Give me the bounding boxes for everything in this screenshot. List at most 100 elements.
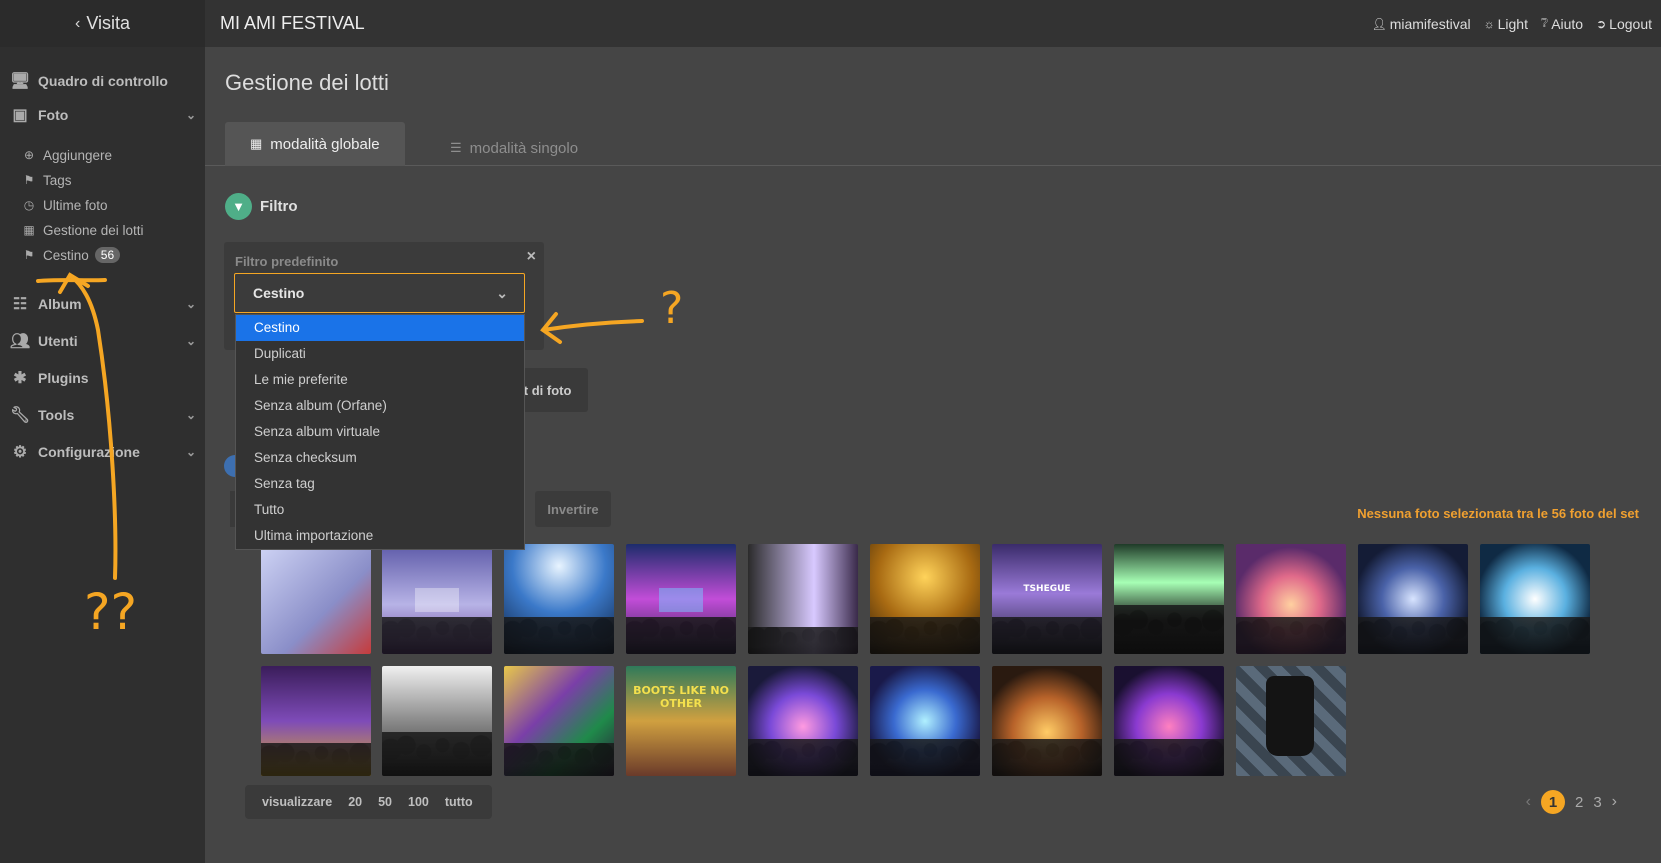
chevron-down-icon: ⌄ xyxy=(185,408,196,422)
theme-link[interactable]: ☼ Light xyxy=(1484,16,1528,32)
photo-thumbnail[interactable] xyxy=(261,544,371,654)
photo-boot xyxy=(1266,676,1314,756)
sidebar-item-photos[interactable]: ▣ Foto ⌄ xyxy=(0,101,205,129)
user-label: miamifestival xyxy=(1389,15,1471,32)
action-icon-partial[interactable] xyxy=(224,455,235,477)
photo-thumbnail[interactable]: BOOTS LIKE NO OTHER xyxy=(626,666,736,776)
dropdown-option[interactable]: Cestino xyxy=(236,315,524,341)
pagination: ‹ 1 2 3 › xyxy=(1526,790,1617,814)
photo-thumbnail[interactable] xyxy=(1480,544,1590,654)
sidebar: 🖥︎ Quadro di controllo ▣ Foto ⌄ ⊕ Aggiun… xyxy=(0,47,205,863)
sidebar-sub-add[interactable]: ⊕ Aggiungere xyxy=(22,144,112,166)
photo-thumbnail[interactable] xyxy=(992,666,1102,776)
photo-image xyxy=(261,544,371,654)
dropdown-option[interactable]: Senza tag xyxy=(236,471,524,497)
dropdown-option[interactable]: Le mie preferite xyxy=(236,367,524,393)
page-link[interactable]: 3 xyxy=(1593,794,1601,811)
photo-thumbnail[interactable] xyxy=(382,666,492,776)
sidebar-item-label: Plugins xyxy=(38,370,89,386)
chevron-down-icon: ⌄ xyxy=(185,334,196,348)
sidebar-item-label: Configurazione xyxy=(38,444,140,460)
photo-crowd xyxy=(261,743,371,776)
view-option-all[interactable]: tutto xyxy=(445,795,473,809)
photo-thumbnail[interactable] xyxy=(870,666,980,776)
sidebar-item-config[interactable]: ⚙︎ Configurazione ⌄ xyxy=(0,438,205,466)
photo-thumbnail[interactable] xyxy=(626,544,736,654)
tabs-divider xyxy=(205,165,1661,166)
close-icon[interactable]: × xyxy=(527,248,536,266)
logout-link[interactable]: ➲ Logout xyxy=(1596,16,1652,32)
grid-icon: ▦ xyxy=(250,136,263,151)
photo-thumbnail[interactable] xyxy=(748,666,858,776)
photo-caption: BOOTS LIKE NO OTHER xyxy=(633,684,729,710)
tab-single-mode[interactable]: ☰ modalità singolo xyxy=(425,126,605,170)
photo-thumbnail[interactable] xyxy=(1114,544,1224,654)
photo-thumbnail[interactable] xyxy=(382,544,492,654)
image-icon: ▣ xyxy=(12,107,28,124)
tab-label: modalità globale xyxy=(270,135,380,153)
sidebar-item-users[interactable]: 👥︎ Utenti ⌄ xyxy=(0,327,205,355)
sidebar-item-label: Album xyxy=(38,296,82,312)
page-link[interactable]: 2 xyxy=(1575,794,1583,811)
dropdown-option[interactable]: Senza album virtuale xyxy=(236,419,524,445)
sidebar-sub-recent[interactable]: ◷ Ultime foto xyxy=(22,194,108,216)
predefined-filter-select[interactable]: Cestino ⌄ xyxy=(234,273,525,313)
sidebar-item-albums[interactable]: ☷ Album ⌄ xyxy=(0,290,205,318)
dropdown-option[interactable]: Senza album (Orfane) xyxy=(236,393,524,419)
sidebar-sub-label: Gestione dei lotti xyxy=(43,222,144,238)
sidebar-item-dashboard[interactable]: 🖥︎ Quadro di controllo xyxy=(0,67,205,95)
dropdown-option[interactable]: Tutto xyxy=(236,497,524,523)
dropdown-option[interactable]: Ultima importazione xyxy=(236,523,524,549)
user-link[interactable]: 👤︎ miamifestival xyxy=(1371,16,1470,32)
chevron-left-icon: ‹ xyxy=(74,14,81,32)
puzzle-icon: ✱ xyxy=(13,370,27,387)
view-option-50[interactable]: 50 xyxy=(378,795,392,809)
sidebar-sub-tags[interactable]: ⚑ Tags xyxy=(22,169,72,191)
view-label: visualizzare xyxy=(262,795,333,809)
grid-icon: ▦ xyxy=(23,223,35,237)
photo-thumbnail[interactable]: TSHEGUE xyxy=(992,544,1102,654)
photo-thumbnail[interactable] xyxy=(870,544,980,654)
chevron-left-icon[interactable]: ‹ xyxy=(1526,793,1531,811)
photo-crowd xyxy=(870,616,980,654)
help-link[interactable]: ❔︎ Aiuto xyxy=(1541,16,1583,32)
back-to-gallery-link[interactable]: ‹ Visita xyxy=(0,0,205,47)
page-current[interactable]: 1 xyxy=(1540,790,1565,814)
predefined-filter-label: Filtro predefinito xyxy=(235,254,339,269)
selection-info: Nessuna foto selezionata tra le 56 foto … xyxy=(1357,506,1639,521)
tab-global-mode[interactable]: ▦ modalità globale xyxy=(225,122,405,166)
view-option-100[interactable]: 100 xyxy=(408,795,429,809)
sidebar-sub-trash[interactable]: ⚑ Cestino 56 xyxy=(22,244,121,266)
photo-thumbnail[interactable] xyxy=(1236,666,1346,776)
sidebar-item-label: Foto xyxy=(38,107,69,123)
invert-selection-button[interactable]: Invertire xyxy=(535,491,611,527)
chevron-right-icon[interactable]: › xyxy=(1612,793,1617,811)
photo-thumbnail[interactable] xyxy=(1358,544,1468,654)
list-icon: ☰ xyxy=(450,140,462,155)
photo-thumbnail[interactable] xyxy=(504,544,614,654)
photo-thumbnail[interactable] xyxy=(748,544,858,654)
dropdown-option[interactable]: Duplicati xyxy=(236,341,524,367)
sidebar-sub-label: Cestino xyxy=(43,247,89,263)
view-option-20[interactable]: 20 xyxy=(348,795,362,809)
user-icon: 👤︎ xyxy=(1371,16,1387,31)
photo-thumbnail[interactable] xyxy=(504,666,614,776)
back-label: Visita xyxy=(86,13,131,33)
sitemap-icon: ☷ xyxy=(12,296,28,313)
photo-thumbnail[interactable] xyxy=(261,666,371,776)
dropdown-option[interactable]: Senza checksum xyxy=(236,445,524,471)
sidebar-sub-label: Tags xyxy=(43,172,72,188)
photo-thumbnail[interactable] xyxy=(1114,666,1224,776)
logout-icon: ➲ xyxy=(1596,16,1607,31)
photo-crowd xyxy=(504,616,614,654)
photo-thumbnail[interactable] xyxy=(1236,544,1346,654)
wrench-icon: 🔧︎ xyxy=(9,407,31,424)
sidebar-sub-batch[interactable]: ▦ Gestione dei lotti xyxy=(22,219,144,241)
photo-crowd xyxy=(382,616,492,654)
sidebar-item-tools[interactable]: 🔧︎ Tools ⌄ xyxy=(0,401,205,429)
plus-circle-icon: ⊕ xyxy=(23,148,35,162)
sidebar-item-plugins[interactable]: ✱ Plugins xyxy=(0,364,205,392)
chevron-down-icon: ⌄ xyxy=(185,108,196,122)
annotation-double-question: ?? xyxy=(84,583,138,641)
photo-crowd xyxy=(992,738,1102,776)
